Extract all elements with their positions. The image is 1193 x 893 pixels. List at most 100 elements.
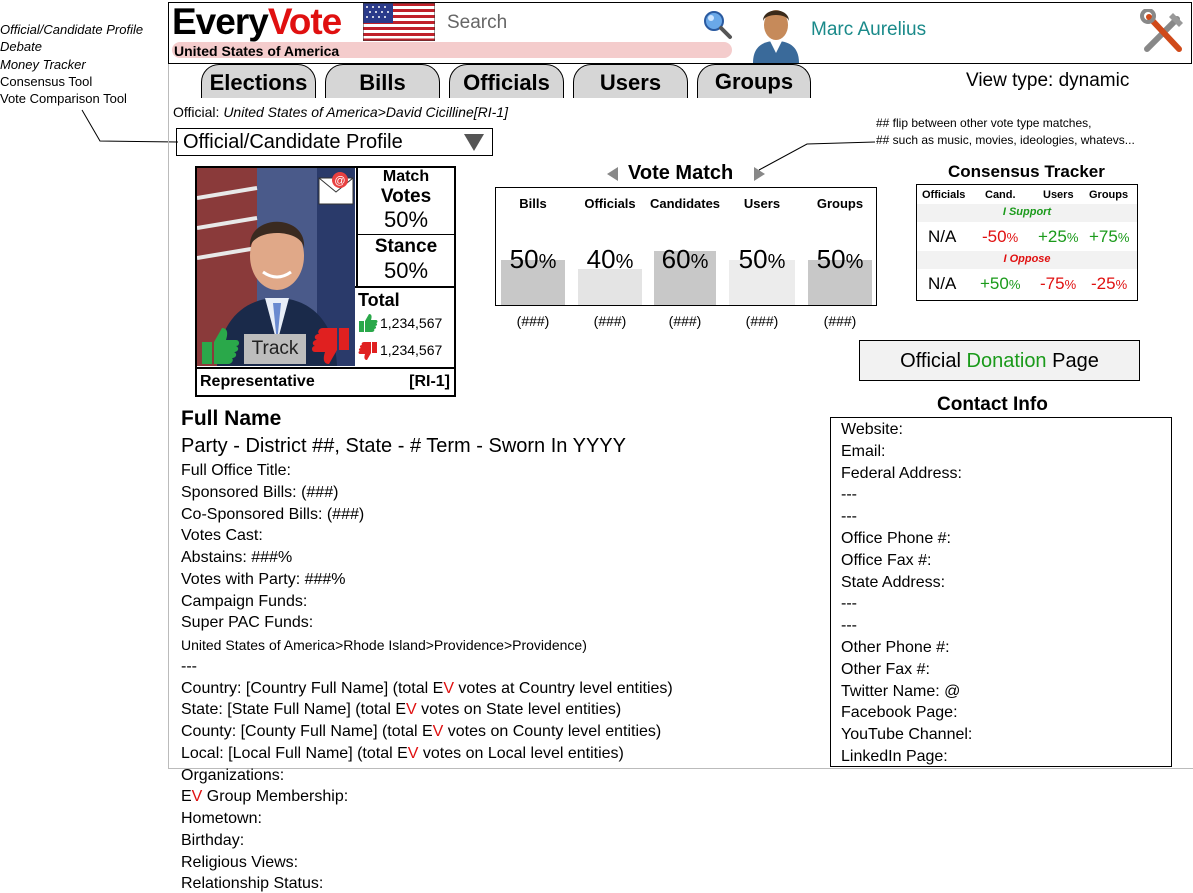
contact-info-line: State Address:: [841, 573, 946, 591]
side-note[interactable]: Vote Comparison Tool: [0, 90, 143, 107]
contact-info-line: ---: [841, 486, 857, 504]
detail-line: Sponsored Bills: (###): [181, 483, 339, 501]
contact-info-line: YouTube Channel:: [841, 726, 973, 744]
side-note[interactable]: Consensus Tool: [0, 73, 143, 90]
tab-elections[interactable]: Elections: [201, 64, 316, 98]
contact-info-line: Email:: [841, 442, 886, 460]
callout-line: [81, 109, 179, 143]
vote-match-header: Groups: [816, 196, 864, 211]
donation-page-button[interactable]: Official Donation Page: [859, 340, 1140, 381]
dropdown-arrow-icon: [464, 134, 484, 151]
level-line: Country: [Country Full Name] (total EV v…: [181, 679, 673, 697]
consensus-header: Groups: [1089, 189, 1129, 201]
separator: ---: [181, 657, 197, 675]
country-label: United States of America: [174, 43, 340, 59]
level-line: County: [County Full Name] (total EV vot…: [181, 723, 662, 740]
search-icon[interactable]: [701, 8, 733, 40]
contact-info-line: Office Fax #:: [841, 551, 932, 569]
support-users: +25%: [1038, 227, 1079, 246]
contact-info-line: Website:: [841, 421, 903, 438]
support-label: I Support: [1002, 206, 1052, 218]
contact-info-title: Contact Info: [937, 394, 1048, 415]
level-line: Local: [Local Full Name] (total EV votes…: [181, 744, 624, 762]
settings-tools-icon[interactable]: [1139, 9, 1187, 57]
tab-bills[interactable]: Bills: [325, 64, 440, 98]
vote-match-prev-icon[interactable]: [607, 167, 618, 181]
contact-info-line: ---: [841, 617, 857, 635]
consensus-title: Consensus Tracker: [948, 162, 1105, 181]
logo[interactable]: EveryVote: [172, 2, 342, 42]
thumbs-down-small-icon[interactable]: [358, 341, 378, 361]
profile-type-dropdown[interactable]: Official/Candidate Profile: [176, 128, 493, 156]
contact-info-line: Facebook Page:: [841, 704, 958, 722]
thumbs-up-icon[interactable]: [199, 326, 241, 366]
thumbs-up-small-icon[interactable]: [358, 313, 378, 333]
consensus-header: Cand.: [985, 189, 1016, 201]
dropdown-label: Official/Candidate Profile: [183, 131, 403, 153]
support-groups: +75%: [1089, 227, 1130, 246]
avatar[interactable]: [751, 3, 801, 63]
oppose-label: I Oppose: [1003, 253, 1051, 265]
group-membership-line: EV Group Membership:: [181, 788, 349, 806]
detail-line: Abstains: ###%: [181, 549, 293, 566]
votes-label: Votes: [380, 186, 432, 207]
search-input[interactable]: Search: [447, 12, 507, 34]
vote-match-title: Vote Match: [628, 162, 734, 184]
thumbs-down-count: 1,234,567: [380, 342, 443, 358]
contact-info-line: ---: [841, 508, 857, 526]
flip-note-callout: [758, 141, 876, 171]
detail-line: Votes with Party: ###%: [181, 570, 346, 588]
district-label: [RI-1]: [409, 373, 450, 390]
contact-official-icon[interactable]: @: [318, 170, 354, 206]
stance-value: 50%: [383, 258, 429, 283]
match-label: Match: [382, 168, 430, 185]
detail-line: Birthday:: [181, 831, 245, 849]
party-line: Party - District ##, State - # Term - Sw…: [181, 435, 626, 457]
thumbs-up-count: 1,234,567: [380, 315, 443, 331]
oppose-officials: N/A: [928, 274, 957, 293]
track-button[interactable]: Track: [244, 334, 306, 364]
detail-line: Co-Sponsored Bills: (###): [181, 505, 365, 523]
location-path[interactable]: United States of America>Rhode Island>Pr…: [181, 637, 587, 653]
vote-match-count[interactable]: (###): [795, 313, 885, 329]
svg-text:@: @: [334, 175, 345, 187]
detail-line: Votes Cast:: [181, 527, 263, 545]
side-note[interactable]: Money Tracker: [0, 56, 143, 73]
detail-line: Super PAC Funds:: [181, 614, 314, 632]
contact-info-line: Office Phone #:: [841, 530, 951, 547]
breadcrumb-path[interactable]: United States of America>David Cicilline…: [223, 104, 508, 120]
side-note[interactable]: Official/Candidate Profile: [0, 21, 143, 38]
organizations-line: Organizations:: [181, 766, 285, 784]
match-panel: Match Votes 50% Stance 50%: [356, 168, 454, 287]
user-name[interactable]: Marc Aurelius: [811, 19, 926, 41]
role-label: Representative: [200, 373, 315, 390]
breadcrumb: Official: United States of America>David…: [173, 104, 508, 120]
detail-line: Religious Views:: [181, 853, 299, 871]
detail-line: Campaign Funds:: [181, 592, 308, 610]
vote-match-header: Users: [743, 196, 781, 211]
vote-match-value: 50%: [816, 244, 864, 274]
support-officials: N/A: [928, 227, 957, 246]
side-note[interactable]: Debate: [0, 38, 143, 55]
stance-label: Stance: [374, 236, 438, 257]
tab-users[interactable]: Users: [573, 64, 688, 98]
detail-line: Hometown:: [181, 810, 262, 827]
side-notes: Official/Candidate Profile Debate Money …: [0, 21, 143, 107]
thumbs-down-icon[interactable]: [310, 326, 352, 366]
consensus-header: Officials: [922, 189, 966, 201]
view-type-label: View type: dynamic: [966, 70, 1130, 91]
tab-officials[interactable]: Officials: [449, 64, 564, 98]
vote-match-value: 50%: [738, 244, 786, 274]
oppose-groups: -25%: [1091, 274, 1128, 293]
contact-info-line: Other Fax #:: [841, 660, 930, 678]
detail-line: Full Office Title:: [181, 462, 291, 479]
support-cand: -50%: [982, 227, 1019, 246]
contact-info-line: Federal Address:: [841, 464, 962, 482]
representative-row: Representative [RI-1]: [197, 367, 454, 395]
total-label: Total: [358, 290, 400, 310]
consensus-header: Users: [1043, 189, 1074, 201]
full-name: Full Name: [181, 407, 282, 430]
tab-groups[interactable]: Groups: [697, 64, 811, 98]
contact-info-line: Twitter Name: @: [841, 682, 961, 700]
vote-match-count[interactable]: (###): [717, 313, 807, 329]
